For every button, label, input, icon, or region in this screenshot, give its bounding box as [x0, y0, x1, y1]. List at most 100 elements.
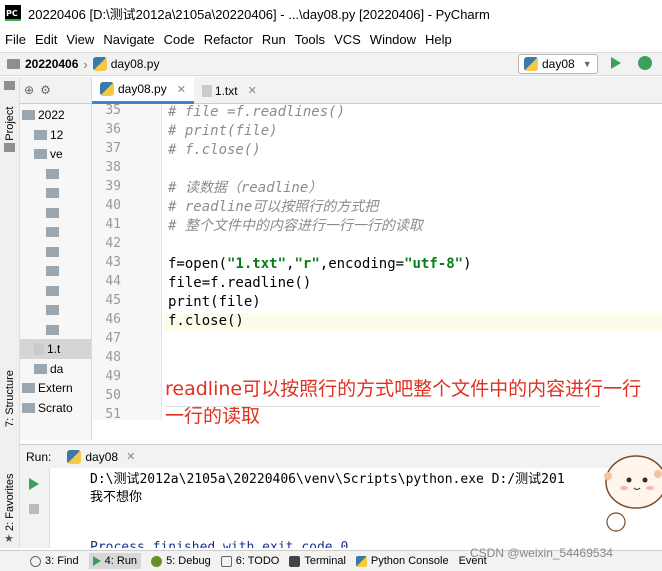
folder-icon: [46, 266, 59, 276]
line-number: 51: [105, 407, 121, 422]
close-icon[interactable]: ✕: [177, 83, 186, 96]
code-editor[interactable]: # file =f.readlines() # print(file) # f.cl…: [168, 104, 662, 420]
find-tool-button[interactable]: 3: Find: [30, 555, 79, 567]
menu-window[interactable]: Window: [370, 32, 416, 47]
tab-day08-py[interactable]: day08.py ✕: [92, 77, 194, 104]
menu-code[interactable]: Code: [164, 32, 195, 47]
debug-tool-button[interactable]: 5: Debug: [151, 555, 211, 567]
run-icon: [92, 556, 101, 566]
menu-tools[interactable]: Tools: [295, 32, 325, 47]
tree-row[interactable]: [20, 183, 91, 203]
breadcrumb-file[interactable]: day08.py: [111, 57, 160, 71]
line-number: 37: [105, 141, 121, 156]
bug-icon: [151, 555, 163, 567]
tree-row[interactable]: [20, 242, 91, 262]
project-tree: ⊕ ⚙ 2022 12 ve 1.t da Extern Scrato: [20, 77, 92, 440]
tree-row[interactable]: [20, 261, 91, 281]
code-line[interactable]: f.close(): [168, 312, 244, 331]
menu-navigate[interactable]: Navigate: [103, 32, 154, 47]
code-line[interactable]: # f.close(): [168, 141, 261, 160]
menu-help[interactable]: Help: [425, 32, 452, 47]
tree-row[interactable]: [20, 300, 91, 320]
python-file-icon: [100, 82, 114, 96]
structure-tool-button[interactable]: 7: Structure: [4, 367, 16, 427]
folder-icon: [46, 207, 59, 218]
rerun-icon[interactable]: [29, 478, 39, 490]
run-tab[interactable]: day08 ✕: [67, 449, 135, 464]
add-icon[interactable]: ⊕: [24, 83, 34, 97]
tree-row[interactable]: ve: [20, 144, 91, 164]
tree-row[interactable]: [20, 222, 91, 242]
stop-icon[interactable]: [29, 504, 39, 514]
line-number: 45: [105, 293, 121, 308]
menu-view[interactable]: View: [66, 32, 94, 47]
tab-1-txt[interactable]: 1.txt ✕: [194, 77, 265, 104]
project-tool-icon: [4, 81, 15, 90]
divider: [165, 406, 600, 407]
tree-row[interactable]: [20, 320, 91, 340]
line-number: 48: [105, 350, 121, 365]
python-file-icon: [67, 449, 82, 464]
folder-icon: [34, 149, 47, 159]
gear-icon[interactable]: ⚙: [40, 83, 51, 97]
code-line[interactable]: f=open("1.txt","r",encoding="utf-8"): [168, 255, 472, 274]
run-controls: ↑ ↓: [20, 468, 60, 548]
code-line[interactable]: # 整个文件中的内容进行一行一行的读取: [168, 217, 423, 236]
tree-row[interactable]: Scrato: [20, 398, 91, 418]
console-line: 我不想你: [90, 490, 143, 505]
python-console-tool-button[interactable]: Python Console: [355, 555, 449, 567]
run-configuration-dropdown[interactable]: day08 ▼: [518, 54, 598, 74]
folder-icon: [46, 227, 59, 237]
project-tree-toolbar: ⊕ ⚙: [20, 77, 91, 104]
debug-icon[interactable]: [638, 56, 652, 70]
menu-refactor[interactable]: Refactor: [204, 32, 253, 47]
tree-row[interactable]: [20, 281, 91, 301]
find-tool-label: 3: Find: [45, 555, 79, 567]
menu-edit[interactable]: Edit: [35, 32, 57, 47]
terminal-tool-button[interactable]: Terminal: [289, 555, 346, 567]
chevron-down-icon: ▼: [582, 59, 592, 69]
tree-row[interactable]: da: [20, 359, 91, 379]
menu-file[interactable]: File: [5, 32, 26, 47]
code-line[interactable]: print(file): [168, 293, 261, 312]
tree-row-label: Scrato: [38, 400, 73, 415]
code-line[interactable]: file=f.readline(): [168, 274, 311, 293]
tree-row-label: 12: [50, 127, 64, 142]
annotation-note: readline可以按照行的方式吧整个文件中的内容进行一行一行的读取: [165, 378, 642, 427]
tree-row[interactable]: [20, 203, 91, 223]
run-configuration-label: day08: [542, 57, 575, 71]
menu-vcs[interactable]: VCS: [334, 32, 361, 47]
line-number: 40: [105, 198, 121, 213]
breadcrumb-project[interactable]: 20220406: [25, 57, 78, 71]
close-icon[interactable]: ✕: [126, 450, 135, 463]
folder-icon: [34, 363, 47, 374]
terminal-tool-label: Terminal: [304, 555, 346, 567]
code-line[interactable]: # 读数据（readline）: [168, 179, 322, 198]
menu-run[interactable]: Run: [262, 32, 286, 47]
left-tool-strip: 1: Project 7: Structure 2: Favorites ★: [0, 77, 20, 548]
tree-row[interactable]: 1.t: [20, 339, 91, 359]
tree-row[interactable]: 2022: [20, 105, 91, 125]
python-file-icon: [92, 57, 107, 71]
window-title: 20220406 [D:\测试2012a\2105a\20220406] - .…: [28, 6, 490, 22]
favorites-tool-button[interactable]: 2: Favorites: [4, 461, 16, 531]
code-line[interactable]: # readline可以按照行的方式把: [168, 198, 378, 217]
code-line[interactable]: # file =f.readlines(): [168, 103, 345, 122]
todo-tool-button[interactable]: 6: TODO: [220, 555, 280, 567]
console-output[interactable]: D:\测试2012a\2105a\20220406\venv\Scripts\p…: [52, 468, 662, 548]
todo-tool-label: 6: TODO: [235, 555, 280, 567]
tree-row[interactable]: Extern: [20, 378, 91, 398]
line-number-gutter: 35 36 37 38 39 40 41 42 43 44 45 46 47 48 49 50 51: [92, 103, 162, 422]
folder-icon: [46, 324, 59, 335]
menu-bar: File Edit View Navigate Code Refactor Ru…: [0, 28, 662, 50]
run-icon[interactable]: [611, 57, 621, 69]
folder-icon: [7, 59, 20, 69]
close-icon[interactable]: ✕: [248, 84, 257, 97]
tree-row[interactable]: 12: [20, 125, 91, 145]
breadcrumb-separator-icon: ›: [83, 56, 88, 72]
run-tool-button[interactable]: 4: Run: [88, 553, 142, 569]
line-number: 42: [105, 236, 121, 251]
tree-row-label: ve: [50, 147, 63, 161]
code-line[interactable]: # print(file): [168, 122, 278, 141]
tree-row[interactable]: [20, 164, 91, 184]
